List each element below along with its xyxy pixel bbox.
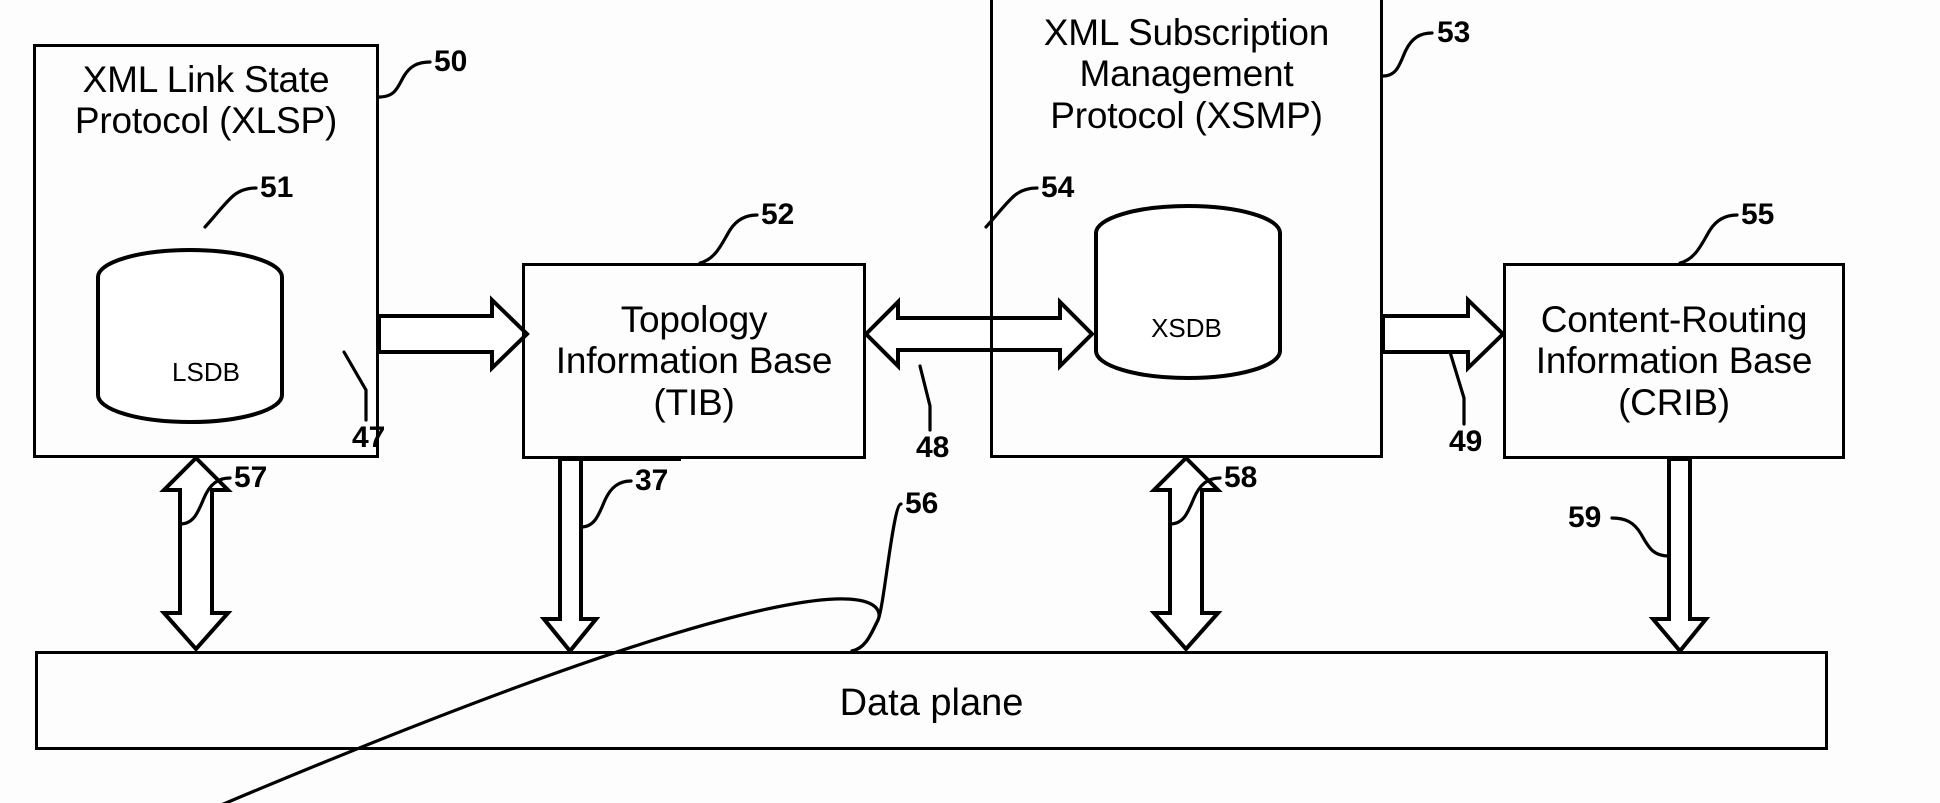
connector-xsmp-to-dataplane: [1149, 455, 1223, 653]
block-xsmp[interactable]: XML Subscription Management Protocol (XS…: [990, 0, 1383, 458]
lsdb-label: LSDB: [172, 357, 240, 387]
block-xlsp-label: XML Link State Protocol (XLSP): [74, 59, 338, 142]
connector-xlsp-to-dataplane: [159, 455, 233, 653]
refnum-49: 49: [1449, 425, 1483, 458]
connector-xlsp-to-tib: [377, 295, 530, 373]
block-xsmp-label: XML Subscription Management Protocol (XS…: [1043, 12, 1330, 136]
block-tib[interactable]: Topology Information Base (TIB): [522, 263, 866, 459]
refnum-48: 48: [916, 431, 950, 464]
xsdb-label: XSDB: [1151, 313, 1222, 343]
lsdb-cylinder-icon: [96, 248, 284, 424]
refnum-51: 51: [260, 171, 294, 204]
block-dataplane[interactable]: Data plane: [35, 651, 1828, 750]
block-crib[interactable]: Content-Routing Information Base (CRIB): [1503, 263, 1845, 459]
refnum-37: 37: [635, 464, 669, 497]
block-crib-label: Content-Routing Information Base (CRIB): [1535, 298, 1813, 423]
refnum-50: 50: [434, 45, 468, 78]
patent-figure: XML Link State Protocol (XLSP) LSDB Topo…: [0, 0, 1940, 803]
xsdb-cylinder-icon: [1094, 204, 1282, 380]
refnum-59: 59: [1568, 501, 1602, 534]
refnum-54: 54: [1041, 171, 1075, 204]
refnum-47: 47: [352, 421, 386, 454]
block-xlsp[interactable]: XML Link State Protocol (XLSP) LSDB: [33, 44, 379, 458]
refnum-55: 55: [1741, 198, 1775, 231]
refnum-56: 56: [905, 487, 939, 520]
refnum-58: 58: [1224, 461, 1258, 494]
block-tib-label: Topology Information Base (TIB): [555, 298, 833, 423]
block-dataplane-label: Data plane: [839, 682, 1024, 724]
refnum-53: 53: [1437, 16, 1471, 49]
refnum-57: 57: [234, 461, 268, 494]
connector-xsmp-to-crib: [1381, 295, 1506, 373]
refnum-52: 52: [761, 198, 795, 231]
